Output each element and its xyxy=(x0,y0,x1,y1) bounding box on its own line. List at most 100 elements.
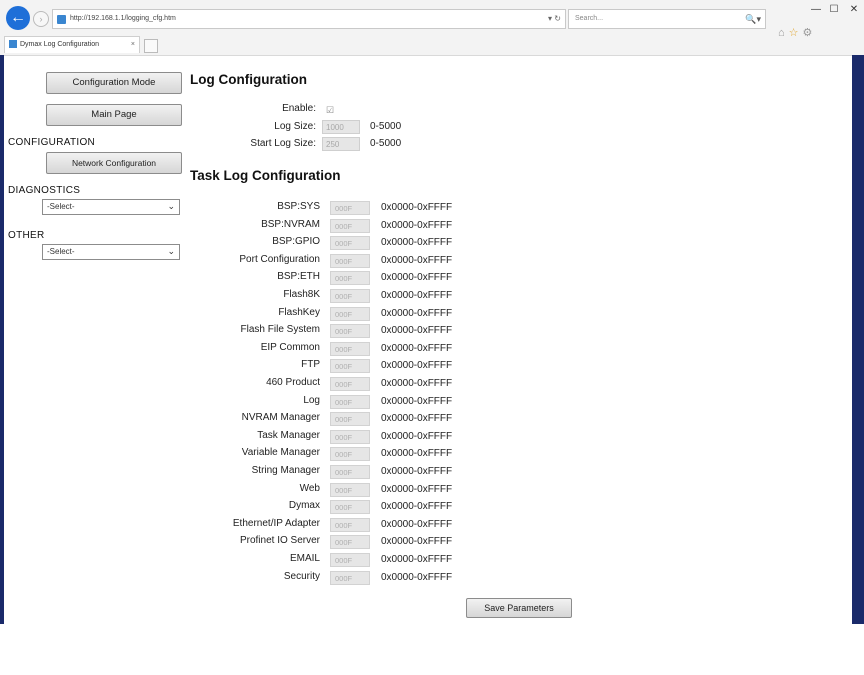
task-log-mask-input[interactable]: 000F xyxy=(330,500,370,515)
start-log-size-label: Start Log Size: xyxy=(250,138,316,149)
task-log-row: String Manager 000F 0x0000-0xFFFF xyxy=(200,465,500,482)
task-log-mask-input[interactable]: 000F xyxy=(330,482,370,497)
tab-favicon-icon xyxy=(9,40,17,49)
diagnostics-select[interactable]: -Select- ⌄ xyxy=(42,199,180,215)
task-log-mask-input[interactable]: 000F xyxy=(330,535,370,550)
task-log-mask-input[interactable]: 000F xyxy=(330,570,370,585)
task-log-row: Flash File System 000F 0x0000-0xFFFF xyxy=(200,324,500,341)
task-log-range: 0x0000-0xFFFF xyxy=(381,554,453,565)
log-size-range: 0-5000 xyxy=(370,121,402,132)
log-size-input[interactable]: 1000 xyxy=(322,120,360,134)
browser-chrome: ← › http://192.168.1.1/logging_cfg.htm ▾… xyxy=(0,0,864,56)
task-log-range: 0x0000-0xFFFF xyxy=(381,378,453,389)
task-log-mask-input[interactable]: 000F xyxy=(330,359,370,374)
task-log-mask-input[interactable]: 000F xyxy=(330,429,370,444)
task-log-mask-input[interactable]: 000F xyxy=(330,218,370,233)
task-log-range: 0x0000-0xFFFF xyxy=(381,219,453,231)
task-log-range: 0x0000-0xFFFF xyxy=(381,571,453,583)
task-log-row: Ethernet/IP Adapter 000F 0x0000-0xFFFF xyxy=(200,517,500,535)
address-bar[interactable]: http://192.168.1.1/logging_cfg.htm ▾ ↻ xyxy=(52,9,566,29)
task-log-label: Flash File System xyxy=(240,324,320,336)
task-log-label: Flash8K xyxy=(283,289,320,300)
task-log-range: 0x0000-0xFFFF xyxy=(381,413,453,425)
task-log-range: 0x0000-0xFFFF xyxy=(381,483,453,495)
page-frame-right xyxy=(852,55,864,624)
search-box[interactable]: Search... 🔍▾ xyxy=(568,9,766,29)
task-log-label: FlashKey xyxy=(278,306,320,318)
task-log-mask-input[interactable]: 000F xyxy=(330,236,370,251)
other-select[interactable]: -Select- ⌄ xyxy=(42,244,180,260)
task-log-mask-input[interactable]: 000F xyxy=(330,306,370,321)
diagnostics-select-value: -Select- xyxy=(47,202,75,211)
task-log-row: EMAIL 000F 0x0000-0xFFFF xyxy=(200,553,500,570)
task-log-range: 0x0000-0xFFFF xyxy=(381,395,453,407)
task-log-mask-input[interactable]: 000F xyxy=(330,517,370,532)
task-log-mask-input[interactable]: 000F xyxy=(330,341,370,356)
task-log-row: Port Configuration 000F 0x0000-0xFFFF xyxy=(200,253,500,271)
task-log-label: FTP xyxy=(301,359,320,371)
task-log-mask-input[interactable]: 000F xyxy=(330,377,370,391)
other-heading: OTHER xyxy=(8,230,45,241)
task-log-label: 460 Product xyxy=(266,377,320,388)
task-log-range: 0x0000-0xFFFF xyxy=(381,536,453,548)
minimize-button[interactable]: — xyxy=(808,4,824,15)
task-log-range: 0x0000-0xFFFF xyxy=(381,360,453,372)
task-log-range: 0x0000-0xFFFF xyxy=(381,501,453,513)
task-log-label: Dymax xyxy=(288,500,320,512)
task-log-row: FlashKey 000F 0x0000-0xFFFF xyxy=(200,306,500,324)
close-window-button[interactable]: ✕ xyxy=(846,4,862,15)
task-log-mask-input[interactable]: 000F xyxy=(330,553,370,567)
save-parameters-button[interactable]: Save Parameters xyxy=(466,598,572,618)
task-log-row: NVRAM Manager 000F 0x0000-0xFFFF xyxy=(200,412,500,429)
task-log-row: Task Manager 000F 0x0000-0xFFFF xyxy=(200,429,500,447)
new-tab-button[interactable] xyxy=(144,39,158,53)
maximize-button[interactable]: ☐ xyxy=(826,4,842,15)
reload-icon[interactable]: ▾ ↻ xyxy=(548,10,561,28)
forward-icon[interactable]: › xyxy=(33,11,49,27)
task-log-row: Flash8K 000F 0x0000-0xFFFF xyxy=(200,289,500,306)
task-log-mask-input[interactable]: 000F xyxy=(330,201,370,215)
task-log-label: String Manager xyxy=(251,465,320,476)
chevron-down-icon: ⌄ xyxy=(167,246,175,256)
task-log-mask-input[interactable]: 000F xyxy=(330,447,370,462)
task-log-label: BSP:GPIO xyxy=(272,236,320,248)
enable-checkbox[interactable]: ☑ xyxy=(325,105,335,115)
log-size-label: Log Size: xyxy=(274,121,316,132)
task-log-mask-input[interactable]: 000F xyxy=(330,394,370,409)
configuration-mode-button[interactable]: Configuration Mode xyxy=(46,72,182,94)
task-log-range: 0x0000-0xFFFF xyxy=(381,202,453,213)
tab-close-icon[interactable]: × xyxy=(131,37,135,53)
task-log-range: 0x0000-0xFFFF xyxy=(381,325,453,337)
start-log-size-input[interactable]: 250 xyxy=(322,137,360,151)
tab-dymax-log-configuration[interactable]: Dymax Log Configuration × xyxy=(4,36,140,53)
task-log-label: BSP:SYS xyxy=(277,201,320,212)
network-configuration-button[interactable]: Network Configuration xyxy=(46,152,182,174)
enable-label: Enable: xyxy=(282,103,316,114)
task-log-label: Port Configuration xyxy=(239,253,320,265)
task-log-label: NVRAM Manager xyxy=(241,412,320,424)
task-log-mask-input[interactable]: 000F xyxy=(330,253,370,268)
task-log-mask-input[interactable]: 000F xyxy=(330,412,370,427)
task-log-range: 0x0000-0xFFFF xyxy=(381,290,453,301)
back-arrow-icon[interactable]: ← xyxy=(6,6,30,30)
task-log-row: 460 Product 000F 0x0000-0xFFFF xyxy=(200,377,500,394)
main-page-button[interactable]: Main Page xyxy=(46,104,182,126)
url-text: http://192.168.1.1/logging_cfg.htm xyxy=(70,15,176,22)
task-log-row: BSP:GPIO 000F 0x0000-0xFFFF xyxy=(200,236,500,253)
task-log-range: 0x0000-0xFFFF xyxy=(381,237,453,249)
task-log-row: Variable Manager 000F 0x0000-0xFFFF xyxy=(200,447,500,464)
task-log-mask-input[interactable]: 000F xyxy=(330,271,370,286)
task-log-label: Log xyxy=(303,394,320,406)
task-log-mask-input[interactable]: 000F xyxy=(330,324,370,339)
task-log-label: Variable Manager xyxy=(241,447,320,459)
task-log-mask-input[interactable]: 000F xyxy=(330,289,370,303)
task-log-mask-input[interactable]: 000F xyxy=(330,465,370,479)
log-configuration-title: Log Configuration xyxy=(190,72,307,87)
chevron-down-icon: ⌄ xyxy=(167,201,175,211)
search-icon[interactable]: 🔍▾ xyxy=(745,10,761,28)
task-log-label: BSP:NVRAM xyxy=(261,218,320,230)
task-log-row: Dymax 000F 0x0000-0xFFFF xyxy=(200,500,500,517)
task-log-row: Log 000F 0x0000-0xFFFF xyxy=(200,394,500,412)
task-log-configuration-title: Task Log Configuration xyxy=(190,168,341,183)
task-log-label: Web xyxy=(299,482,320,494)
